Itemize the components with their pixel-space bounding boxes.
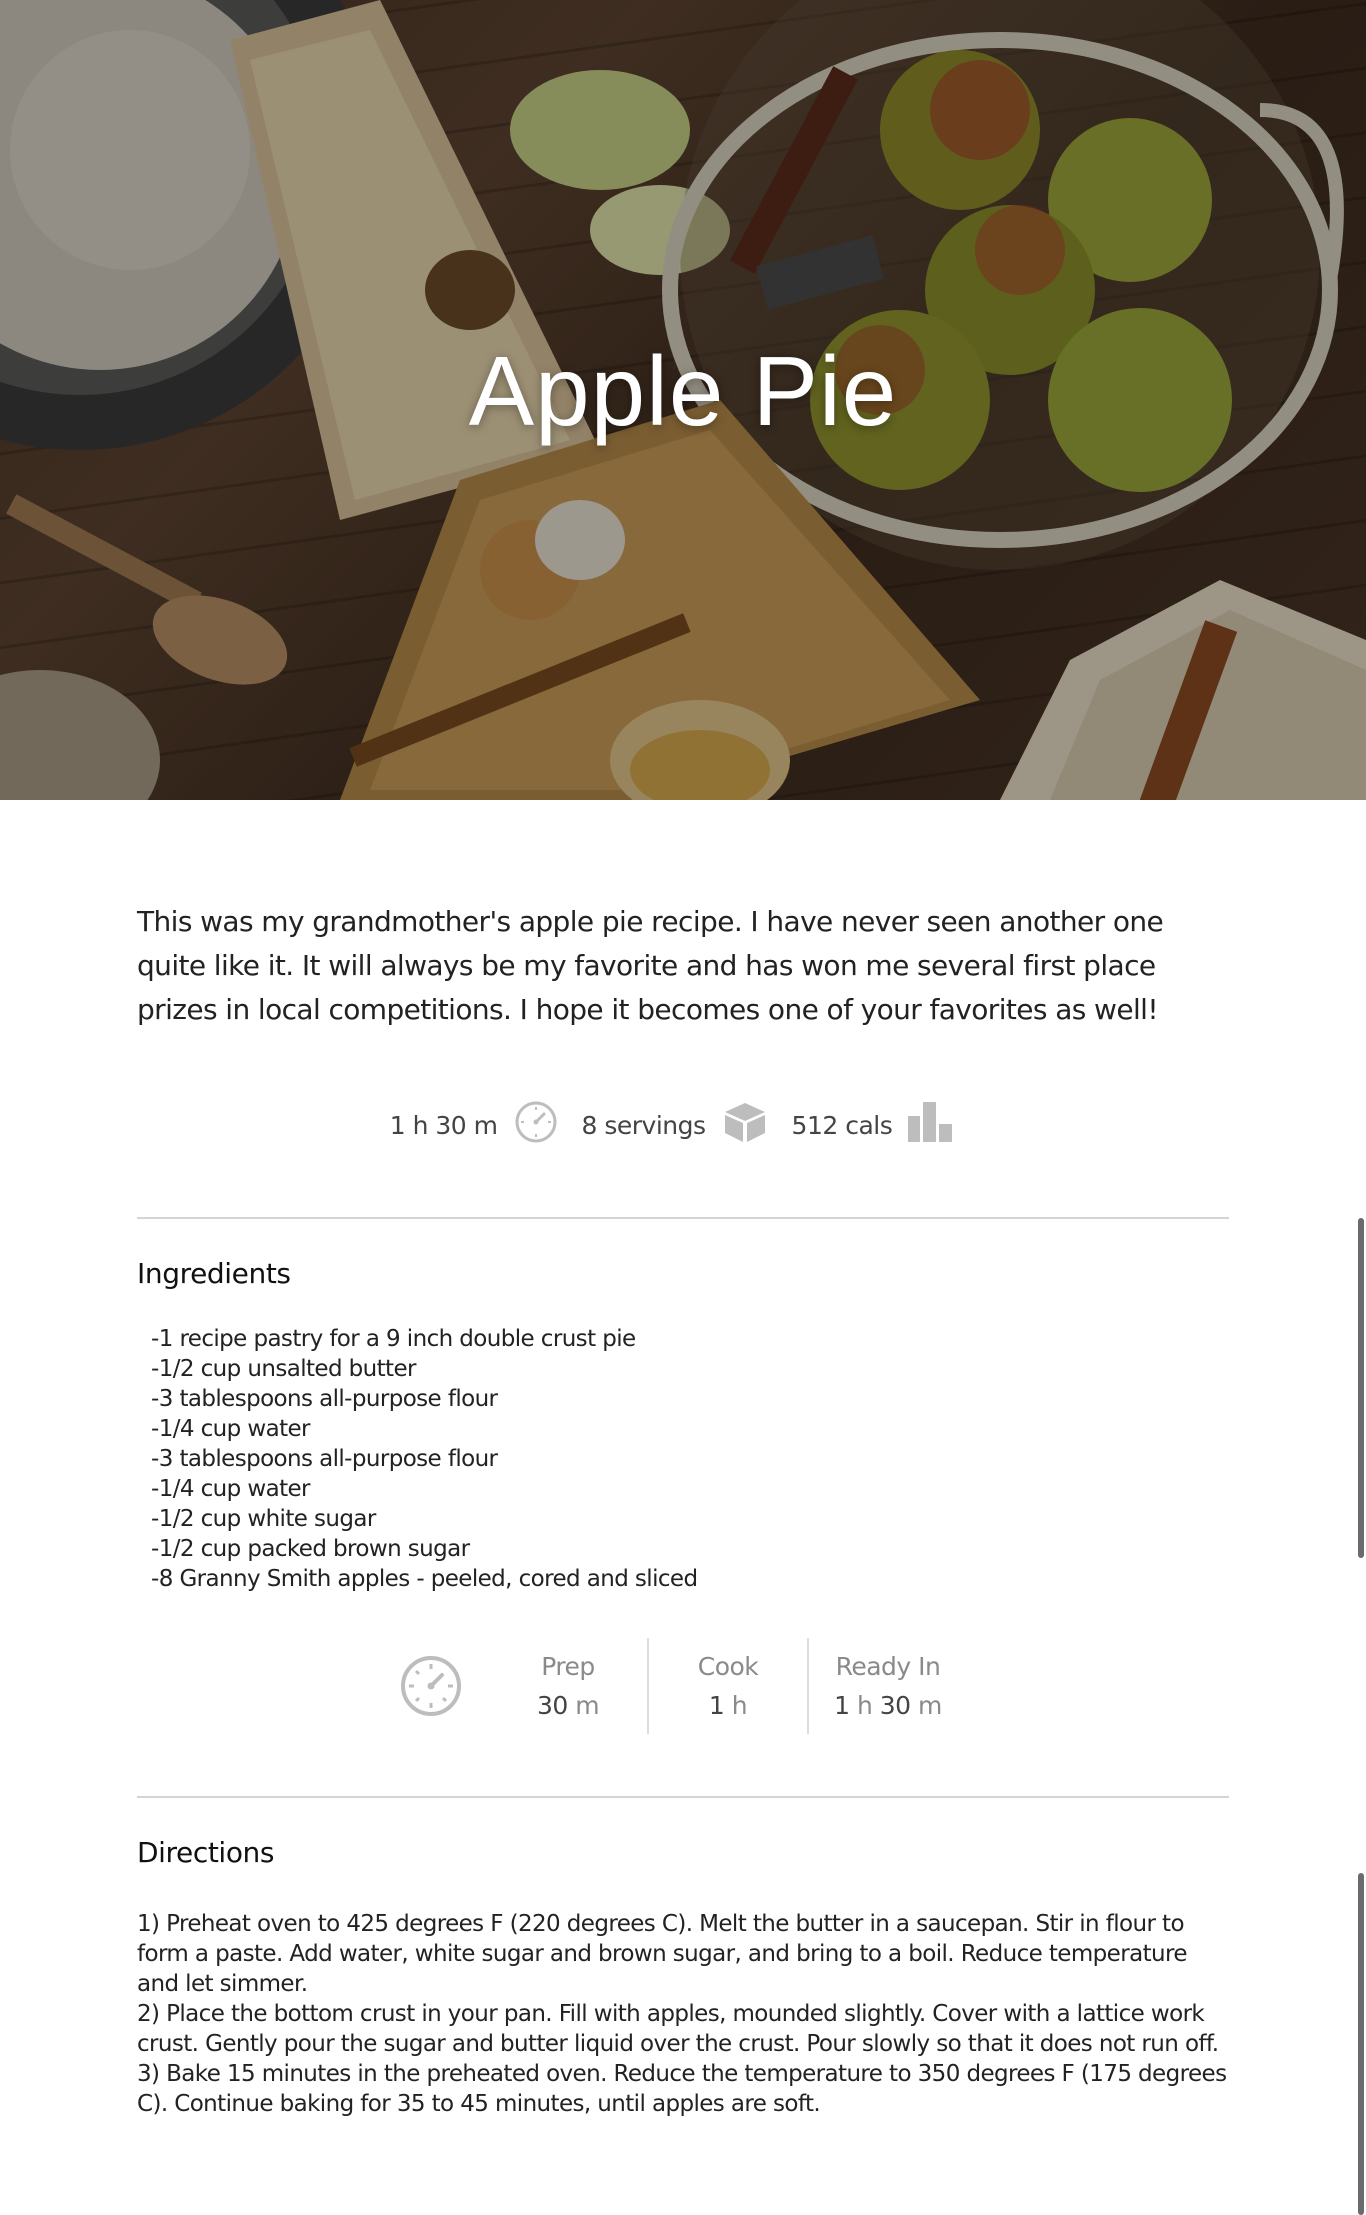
ready-time: Ready In 1 h 30 m [807,1638,967,1734]
ingredient-item: -3 tablespoons all-purpose flour [151,1446,498,1472]
directions-list: 1) Preheat oven to 425 degrees F (220 de… [137,1909,1229,2119]
clock-icon [514,1100,558,1150]
clock-icon [399,1638,463,1734]
ready-hours-unit: h [856,1691,873,1720]
ingredient-item: -8 Granny Smith apples - peeled, cored a… [151,1566,698,1592]
recipe-page: Apple Pie This was my grandmother's appl… [0,0,1366,2215]
prep-number: 30 [536,1691,568,1720]
ingredient-item: -1/4 cup water [151,1416,310,1442]
ingredient-item: -1/4 cup water [151,1476,310,1502]
ingredient-item: -1/2 cup white sugar [151,1506,376,1532]
prep-value: 30 m [489,1691,647,1720]
ingredients-list: -1 recipe pastry for a 9 inch double cru… [151,1324,1229,1594]
recipe-title: Apple Pie [468,336,898,446]
cook-label: Cook [697,1652,759,1681]
cook-number: 1 [708,1691,725,1720]
direction-step: 3) Bake 15 minutes in the preheated oven… [137,2061,1227,2117]
prep-unit: m [575,1691,600,1720]
stat-time-text: 1 h 30 m [389,1110,498,1140]
ready-minutes: 30 [879,1691,911,1720]
section-divider [137,1217,1229,1219]
ingredient-item: -1/2 cup unsalted butter [151,1356,416,1382]
ready-label: Ready In [835,1652,941,1681]
recipe-content: This was my grandmother's apple pie reci… [137,800,1229,2119]
ingredient-item: -1/2 cup packed brown sugar [151,1536,470,1562]
stat-servings-text: 8 servings [581,1110,707,1140]
recipe-description: This was my grandmother's apple pie reci… [137,905,1164,1026]
stat-time: 1 h 30 m [390,1100,582,1150]
scrollbar-thumb[interactable] [1358,1218,1364,1558]
stat-servings: 8 servings [582,1100,792,1150]
ingredient-item: -1 recipe pastry for a 9 inch double cru… [151,1326,636,1352]
ingredient-item: -3 tablespoons all-purpose flour [151,1386,498,1412]
cook-value: 1 h [649,1691,807,1720]
stat-calories-text: 512 cals [791,1110,893,1140]
pie-icon [722,1100,768,1150]
ready-value: 1 h 30 m [809,1691,967,1720]
time-summary: Prep 30 m Cook 1 h Ready In 1 h 30 m [137,1638,1229,1734]
cook-time: Cook 1 h [647,1638,807,1734]
ingredients-heading: Ingredients [137,1257,291,1290]
recipe-stats: 1 h 30 m 8 servings 512 cals [137,1100,1229,1150]
directions-heading: Directions [137,1836,275,1869]
hero-banner: Apple Pie [0,0,1366,800]
direction-step: 2) Place the bottom crust in your pan. F… [137,2001,1219,2057]
section-divider [137,1796,1229,1798]
stat-calories: 512 cals [792,1102,977,1148]
prep-label: Prep [541,1652,595,1681]
cook-unit: h [731,1691,748,1720]
ready-hours: 1 [834,1691,850,1720]
bar-chart-icon [908,1102,953,1148]
ready-minutes-unit: m [918,1691,942,1720]
scrollbar-thumb[interactable] [1358,1873,1364,2215]
direction-step: 1) Preheat oven to 425 degrees F (220 de… [137,1911,1187,1997]
prep-time: Prep 30 m [489,1638,647,1734]
